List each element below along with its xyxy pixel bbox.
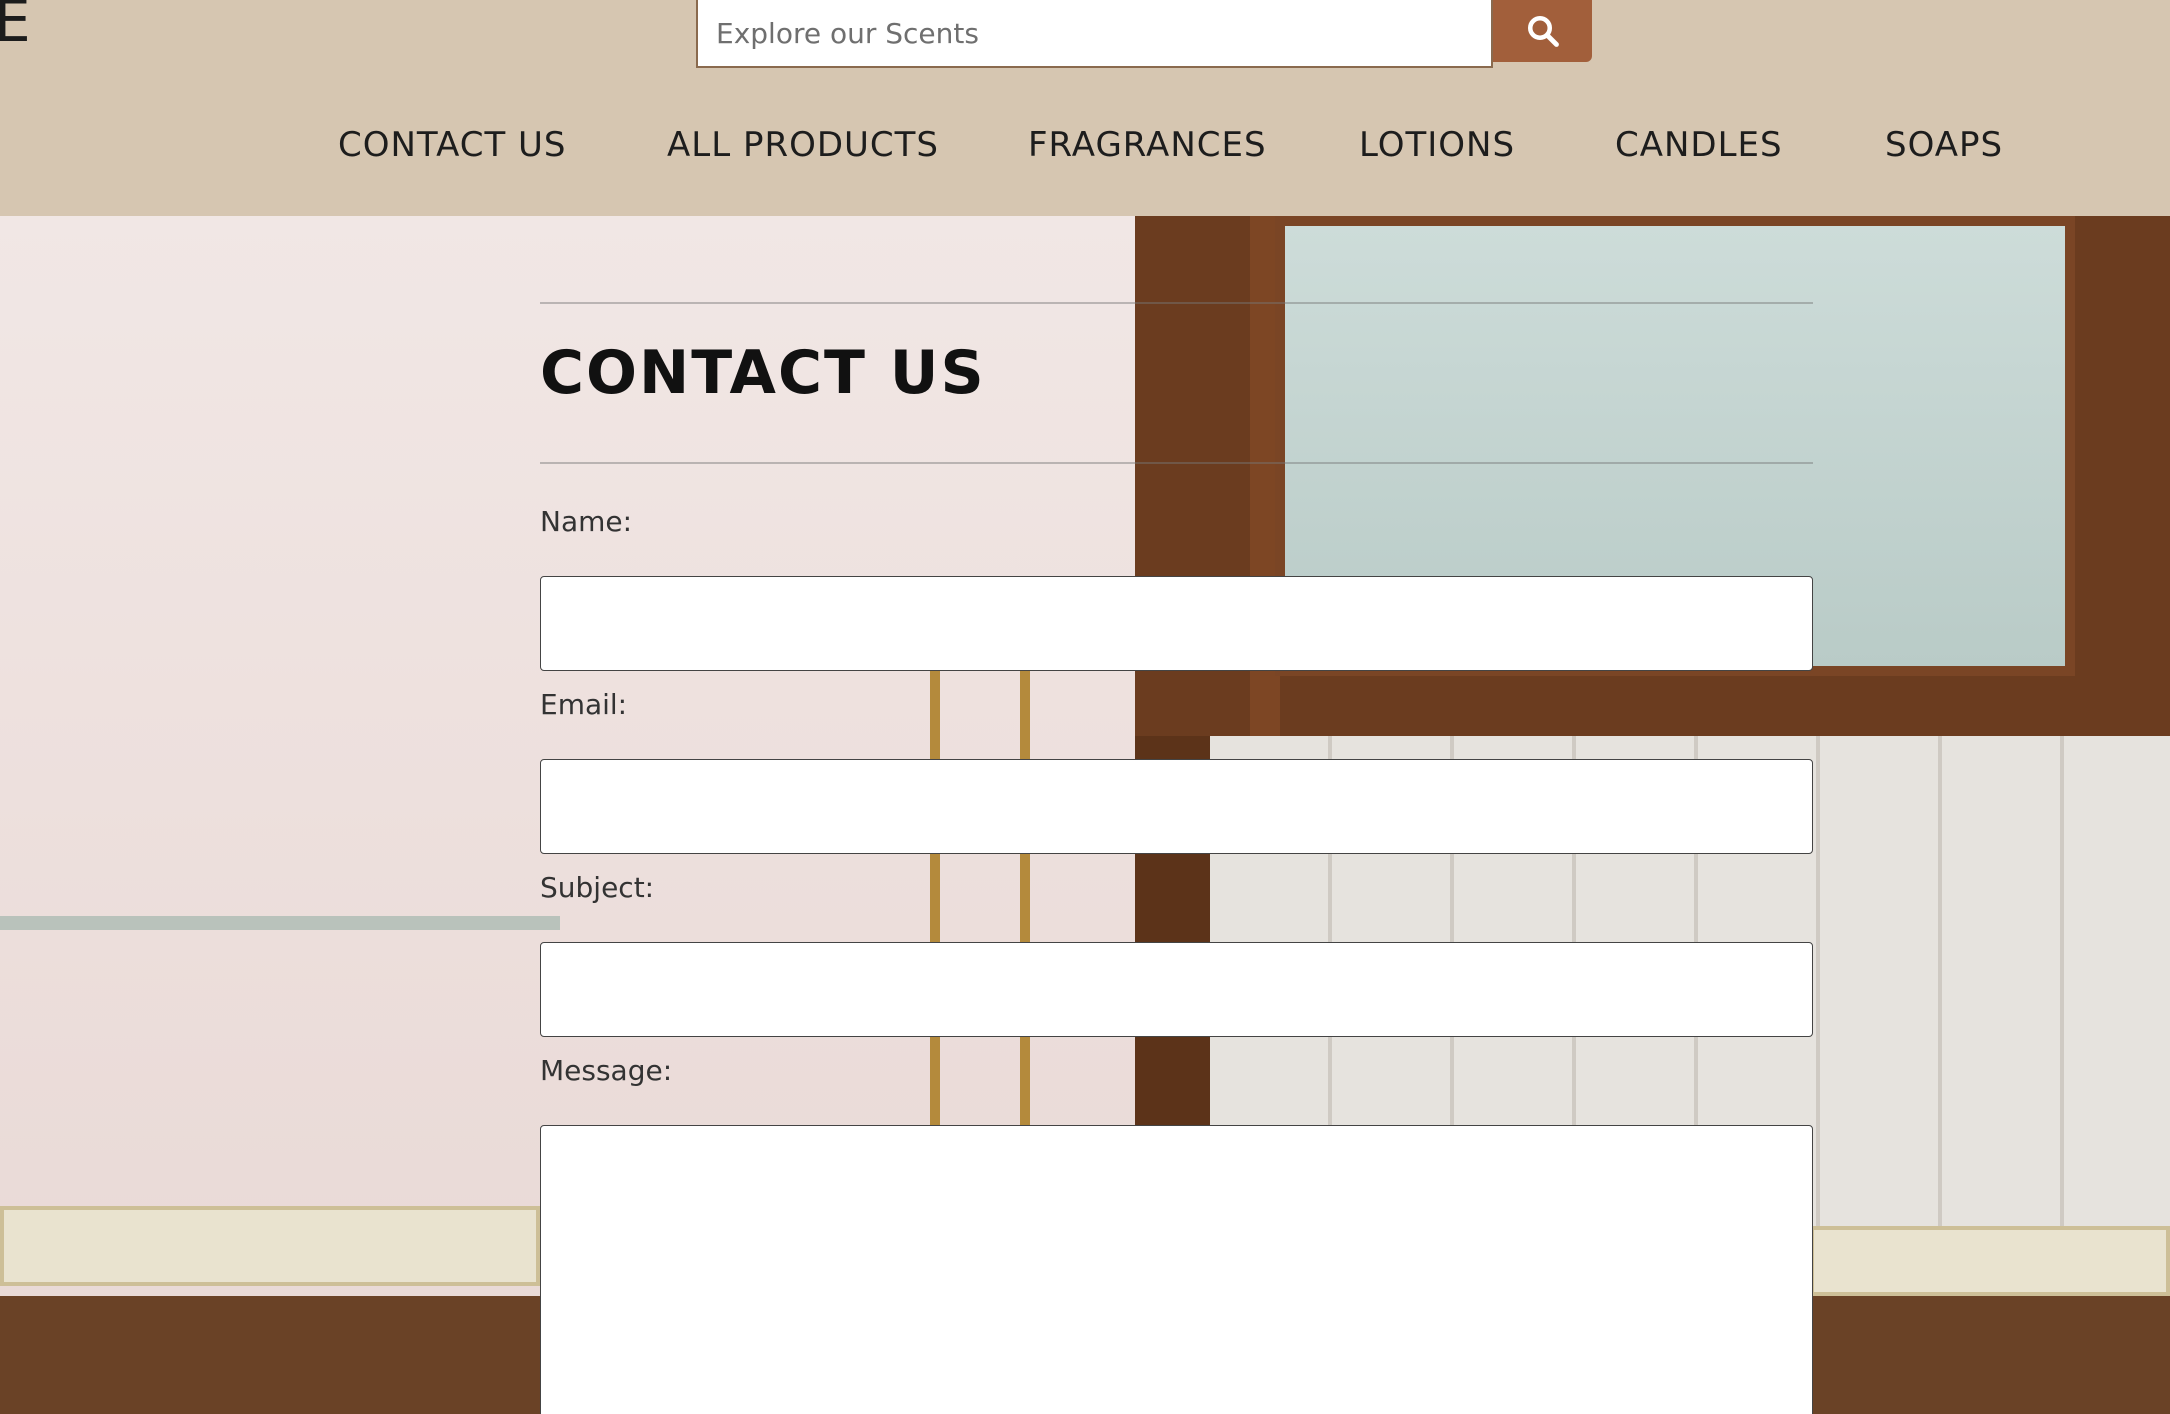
main-nav: CONTACT US ALL PRODUCTS FRAGRANCES LOTIO…: [0, 125, 2170, 185]
name-label: Name:: [540, 505, 633, 538]
page-title: CONTACT US: [540, 338, 986, 408]
sink-tray: [0, 1206, 540, 1286]
message-label: Message:: [540, 1054, 673, 1087]
nav-lotions[interactable]: LOTIONS: [1359, 125, 1515, 165]
shelf: [0, 916, 560, 930]
divider: [540, 462, 1813, 464]
contact-form-section: CONTACT US Name: Email: Subject: Message…: [540, 302, 1813, 1414]
logo[interactable]: E: [0, 0, 31, 50]
nav-contact-us[interactable]: CONTACT US: [338, 125, 567, 165]
search-button[interactable]: [1493, 0, 1592, 62]
subject-label: Subject:: [540, 871, 655, 904]
search-bar: [696, 0, 1592, 68]
contact-form: Name: Email: Subject: Message:: [540, 500, 1813, 1414]
nav-fragrances[interactable]: FRAGRANCES: [1028, 125, 1267, 165]
sink-tray: [1810, 1226, 2170, 1296]
search-icon: [1527, 16, 1559, 47]
name-field[interactable]: [540, 576, 1813, 671]
email-label: Email:: [540, 688, 628, 721]
divider: [540, 302, 1813, 304]
nav-all-products[interactable]: ALL PRODUCTS: [667, 125, 939, 165]
nav-soaps[interactable]: SOAPS: [1885, 125, 2003, 165]
site-header: E CONTACT US ALL PRODUCTS FRAGRANCES LOT…: [0, 0, 2170, 216]
nav-candles[interactable]: CANDLES: [1615, 125, 1783, 165]
email-field[interactable]: [540, 759, 1813, 854]
search-input[interactable]: [696, 0, 1493, 68]
message-field[interactable]: [540, 1125, 1813, 1414]
subject-field[interactable]: [540, 942, 1813, 1037]
